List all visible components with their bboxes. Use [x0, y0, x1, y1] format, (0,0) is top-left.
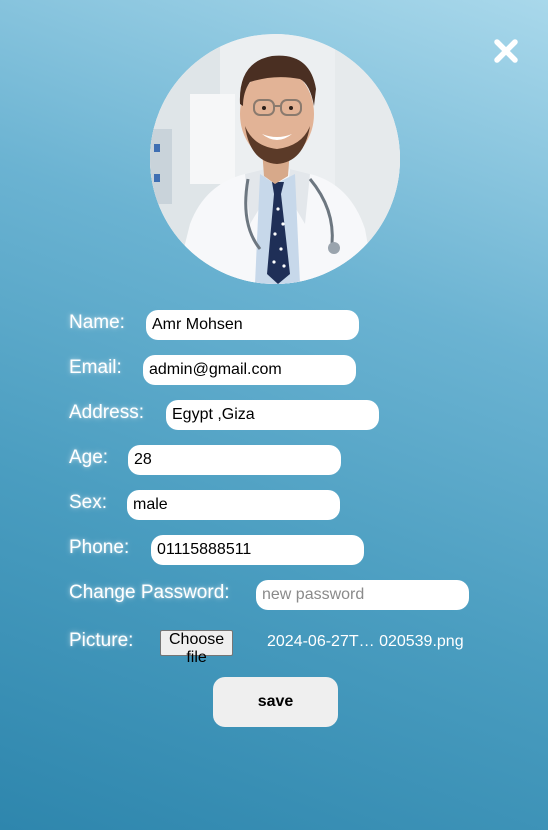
phone-label: Phone:	[69, 537, 130, 558]
address-label: Address:	[69, 402, 144, 423]
close-icon[interactable]	[492, 37, 520, 65]
age-label: Age:	[69, 447, 109, 468]
password-input[interactable]	[256, 580, 469, 610]
password-label: Change Password:	[69, 582, 230, 603]
email-label: Email:	[69, 357, 122, 378]
selected-file-name: 2024-06-27T… 020539.png	[267, 633, 464, 650]
email-input[interactable]	[143, 355, 356, 385]
profile-edit-panel: Name: Email: Address: Age: Sex: Phone: C…	[0, 0, 548, 830]
age-input[interactable]	[128, 445, 341, 475]
sex-label: Sex:	[69, 492, 108, 513]
address-input[interactable]	[166, 400, 379, 430]
save-button[interactable]: save	[213, 677, 338, 727]
picture-label: Picture:	[69, 630, 134, 651]
sex-input[interactable]	[127, 490, 340, 520]
name-input[interactable]	[146, 310, 359, 340]
avatar	[150, 34, 400, 284]
doctor-photo	[150, 34, 400, 284]
name-label: Name:	[69, 312, 125, 333]
phone-input[interactable]	[151, 535, 364, 565]
choose-file-button[interactable]: Choose file	[160, 630, 234, 666]
